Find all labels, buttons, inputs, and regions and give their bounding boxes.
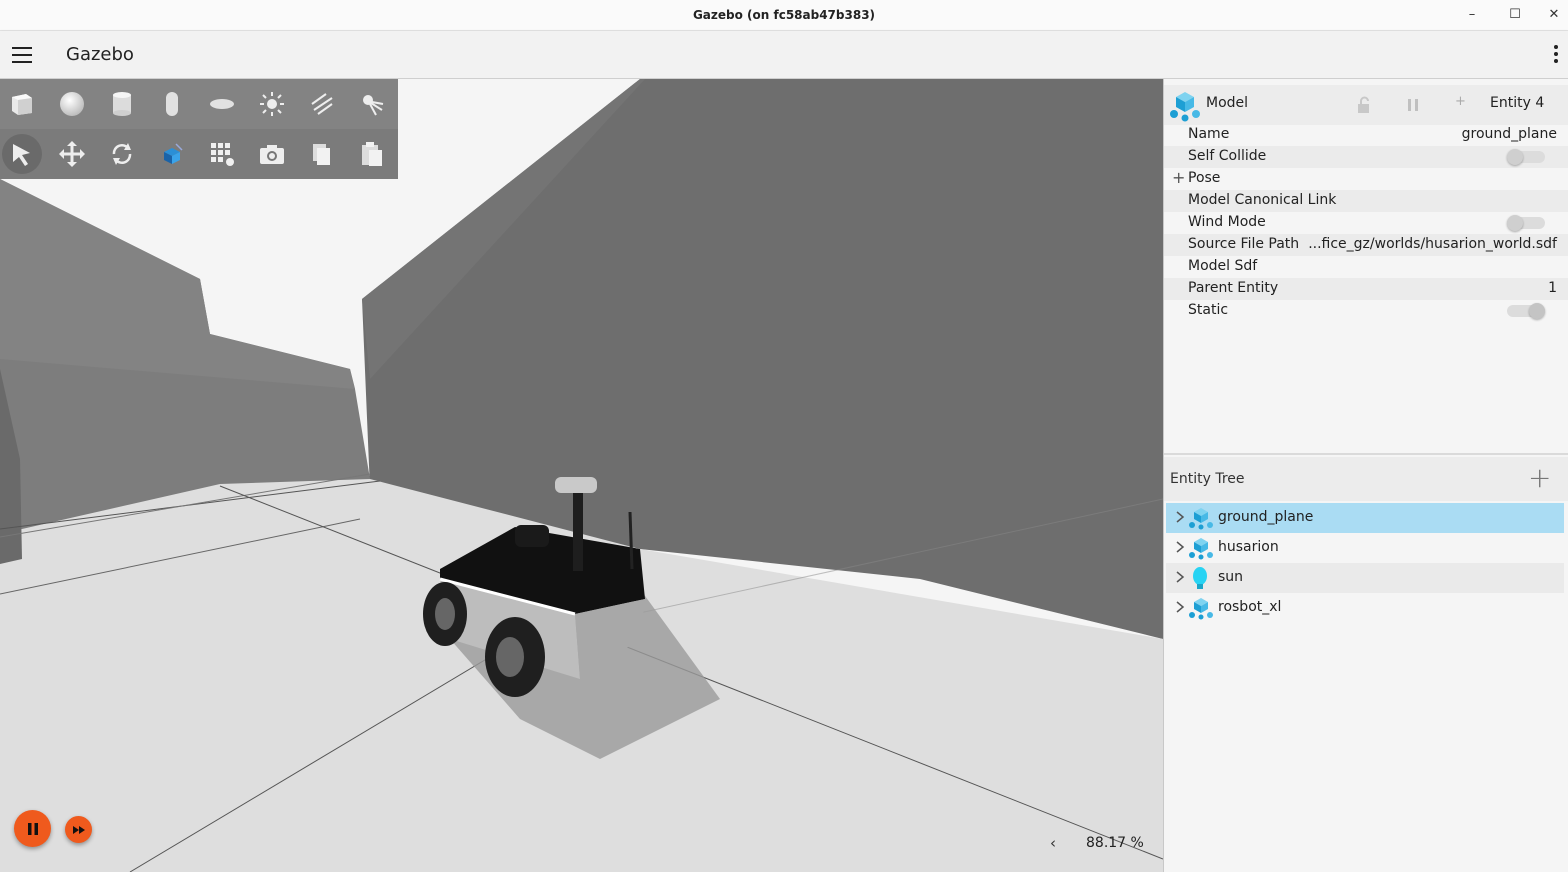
property-row-canonical-link: Model Canonical Link [1164,190,1568,212]
tree-item-husarion[interactable]: husarion [1166,533,1564,563]
entity-tree-header: Entity Tree + [1164,457,1568,501]
entity-tree-title: Entity Tree [1170,471,1245,487]
add-entity-button[interactable]: + [1528,461,1551,494]
property-value: ground_plane [1461,126,1557,142]
property-value: 1 [1548,280,1557,296]
add-component-button[interactable]: + [1455,94,1466,109]
spot-light-icon[interactable] [352,84,392,124]
tree-item-label: sun [1218,569,1244,585]
real-time-factor: 88.17 % [1086,835,1144,851]
property-label: Source File Path [1188,236,1300,252]
property-label: Parent Entity [1188,280,1279,296]
tree-item-label: rosbot_xl [1218,599,1282,615]
self-collide-toggle[interactable] [1507,149,1545,165]
scene-toolbar [0,79,398,179]
more-options-icon[interactable] [1550,45,1562,67]
model-icon [1170,92,1200,122]
ellipsoid-icon[interactable] [202,84,242,124]
tree-item-rosbot-xl[interactable]: rosbot_xl [1166,593,1564,623]
pause-updates-icon[interactable] [1406,98,1420,112]
panel-divider[interactable] [1164,453,1568,455]
property-label: Model Canonical Link [1188,192,1337,208]
property-label: Wind Mode [1188,214,1266,230]
translate-icon[interactable] [52,134,92,174]
wind-mode-toggle[interactable] [1507,215,1545,231]
window-title: Gazebo (on fc58ab47b383) [692,8,876,22]
model-icon [1189,508,1213,530]
tree-item-sun[interactable]: sun [1166,563,1564,593]
property-row-name: Name ground_plane [1164,124,1568,146]
expand-icon[interactable]: + [1172,168,1185,187]
box-icon[interactable] [2,84,42,124]
component-type: Model [1206,95,1249,111]
pause-button[interactable] [14,810,51,847]
property-row-model-sdf: Model Sdf [1164,256,1568,278]
property-label: Name [1188,126,1230,142]
directional-light-icon[interactable] [302,84,342,124]
shapes-row [0,79,398,129]
model-icon [1189,598,1213,620]
chevron-right-icon[interactable] [1174,540,1186,554]
property-row-parent-entity: Parent Entity 1 [1164,278,1568,300]
menu-icon[interactable] [12,47,32,63]
app-title: Gazebo [66,44,134,65]
property-row-source-file: Source File Path ...fice_gz/worlds/husar… [1164,234,1568,256]
cylinder-icon[interactable] [102,84,142,124]
chevron-right-icon[interactable] [1174,570,1186,584]
chevron-right-icon[interactable] [1174,600,1186,614]
tools-row [0,129,398,179]
capsule-icon[interactable] [152,84,192,124]
property-row-wind-mode: Wind Mode [1164,212,1568,234]
grid-snap-icon[interactable] [202,134,242,174]
rotate-icon[interactable] [102,134,142,174]
chevron-right-icon[interactable] [1174,510,1186,524]
maximize-button[interactable]: ☐ [1503,4,1527,26]
app-header: Gazebo [0,31,1568,79]
point-light-icon[interactable] [252,84,292,124]
select-icon[interactable] [2,134,42,174]
property-value: ...fice_gz/worlds/husarion_world.sdf [1308,236,1557,252]
minimize-button[interactable]: – [1460,4,1484,26]
property-row-pose[interactable]: + Pose [1164,168,1568,190]
scene-render [0,79,1163,872]
property-label: Model Sdf [1188,258,1258,274]
property-row-static: Static [1164,300,1568,322]
pause-icon [27,822,38,835]
property-label: Static [1188,302,1229,318]
static-toggle[interactable] [1507,303,1545,319]
scene-3d-viewport[interactable] [0,79,1163,872]
paste-icon[interactable] [352,134,392,174]
tree-item-ground-plane[interactable]: ground_plane [1166,503,1564,533]
transform-control-icon[interactable] [152,134,192,174]
screenshot-icon[interactable] [252,134,292,174]
property-row-self-collide: Self Collide [1164,146,1568,168]
component-inspector-header: Model + Entity 4 [1164,85,1568,125]
property-label: Self Collide [1188,148,1267,164]
lock-icon[interactable] [1356,96,1372,114]
step-button[interactable] [65,816,92,843]
rtf-toggle-icon[interactable]: ‹ [1050,834,1056,852]
fast-forward-icon [72,825,85,834]
copy-icon[interactable] [302,134,342,174]
tree-item-label: husarion [1218,539,1279,555]
model-icon [1189,538,1213,560]
tree-item-label: ground_plane [1218,509,1314,525]
right-panel: Model + Entity 4 Name ground_plane Self … [1163,79,1568,872]
os-title-bar: Gazebo (on fc58ab47b383) – ☐ ✕ [0,0,1568,31]
entity-id: Entity 4 [1490,95,1545,111]
close-button[interactable]: ✕ [1542,4,1566,26]
light-bulb-icon [1193,567,1207,589]
property-label: Pose [1188,170,1221,186]
sphere-icon[interactable] [52,84,92,124]
